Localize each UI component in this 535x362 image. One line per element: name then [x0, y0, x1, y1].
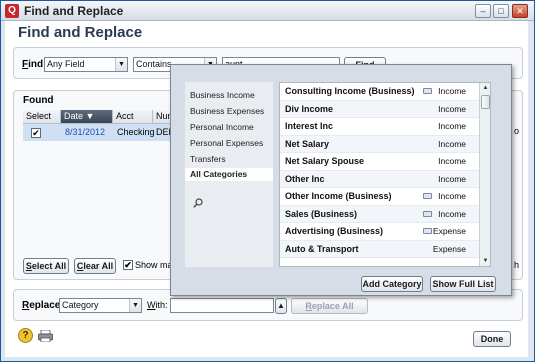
category-type: Income — [438, 138, 466, 149]
quicken-app-icon: Q — [5, 4, 19, 18]
chevron-down-icon[interactable]: ▼ — [115, 58, 127, 71]
business-icon — [423, 193, 432, 199]
category-name: Advertising (Business) — [285, 226, 384, 236]
scroll-up-icon[interactable]: ▲ — [480, 83, 491, 93]
list-item[interactable]: Net Salary Income — [280, 135, 480, 153]
business-icon — [423, 228, 432, 234]
list-item[interactable]: Consulting Income (Business) Income — [280, 83, 480, 101]
business-icon — [423, 210, 432, 217]
category-name: Net Salary — [285, 138, 330, 149]
find-operator-value: Contains — [136, 59, 172, 69]
clear-all-button[interactable]: Clear All — [74, 258, 116, 274]
sort-down-icon: ▼ — [85, 111, 95, 121]
minimize-button[interactable]: – — [475, 4, 491, 18]
page-title: Find and Replace — [18, 24, 143, 41]
column-acct[interactable]: Acct — [113, 110, 153, 124]
replace-field-value: Category — [62, 300, 99, 310]
search-icon[interactable] — [193, 198, 203, 208]
replace-with-input[interactable] — [170, 298, 274, 313]
category-type: Expense — [432, 243, 466, 254]
group-transfers[interactable]: Transfers — [190, 154, 226, 164]
row-select-checkbox[interactable]: ✔ — [31, 128, 41, 138]
row-date: 8/31/2012 — [65, 127, 106, 137]
category-type: Income — [438, 173, 466, 184]
list-item[interactable]: Interest Inc Income — [280, 118, 480, 136]
add-category-button[interactable]: Add Category — [361, 276, 423, 292]
list-item[interactable]: Other Inc Income — [280, 170, 480, 188]
category-name: Auto & Transport — [285, 243, 359, 254]
category-name: Div Income — [285, 103, 334, 114]
group-personal-expenses[interactable]: Personal Expenses — [190, 138, 263, 148]
hidden-column-edge: o — [514, 126, 520, 136]
group-business-income[interactable]: Business Income — [190, 90, 255, 100]
category-name: Interest Inc — [285, 121, 334, 131]
find-label: Find — [22, 59, 44, 70]
row-acct: Checking — [117, 127, 155, 137]
column-date-label: Date — [64, 111, 84, 121]
column-date[interactable]: Date ▼ — [61, 110, 113, 124]
category-group-list: Business Income Business Expenses Person… — [185, 82, 273, 267]
hidden-label-edge: h — [514, 260, 520, 270]
category-picker-popup: Business Income Business Expenses Person… — [170, 64, 512, 296]
dropdown-arrow-icon: ▲ — [277, 301, 285, 310]
list-item[interactable]: Div Income Income — [280, 100, 480, 118]
show-matches-checkbox[interactable]: ✔ — [123, 260, 133, 270]
maximize-button[interactable]: □ — [493, 4, 509, 18]
list-item[interactable]: Other Income (Business) Income — [280, 188, 480, 206]
list-item[interactable]: Auto & Transport Expense — [280, 240, 480, 258]
list-item[interactable]: Advertising (Business) Expense — [280, 223, 480, 241]
category-type: Income — [438, 86, 466, 96]
replace-field-select[interactable]: Category ▼ — [59, 298, 142, 313]
category-list-scrollbar[interactable]: ▲ ▼ — [479, 83, 490, 266]
find-field-select[interactable]: Any Field ▼ — [44, 57, 128, 72]
business-icon — [423, 88, 432, 94]
replace-all-button[interactable]: Replace All — [291, 298, 368, 314]
replace-label: Replace — [22, 300, 61, 311]
category-type: Expense — [432, 226, 466, 236]
with-label: With: — [147, 300, 168, 310]
category-type: Income — [438, 103, 466, 114]
scroll-down-icon[interactable]: ▼ — [480, 256, 491, 266]
category-item-list: Consulting Income (Business) Income Div … — [279, 82, 491, 267]
scroll-thumb[interactable] — [481, 95, 490, 109]
title-bar: Q Find and Replace – □ ✕ — [1, 1, 534, 21]
select-all-button[interactable]: Select All — [23, 258, 69, 274]
list-item[interactable]: Net Salary Spouse Income — [280, 153, 480, 171]
found-label: Found — [23, 95, 54, 106]
category-type: Income — [438, 208, 466, 219]
show-full-list-button[interactable]: Show Full List — [430, 276, 496, 292]
category-name: Other Inc — [285, 173, 325, 184]
find-field-value: Any Field — [47, 59, 85, 69]
category-name: Sales (Business) — [285, 208, 358, 219]
window-title: Find and Replace — [24, 4, 124, 18]
group-personal-income[interactable]: Personal Income — [190, 122, 254, 132]
category-type: Income — [438, 191, 466, 201]
column-select[interactable]: Select — [23, 110, 61, 124]
list-item[interactable]: Sales (Business) Income — [280, 205, 480, 223]
help-icon[interactable]: ? — [18, 328, 33, 343]
category-type: Income — [438, 121, 466, 131]
group-business-expenses[interactable]: Business Expenses — [190, 106, 264, 116]
category-name: Other Income (Business) — [285, 191, 392, 201]
category-dropdown-button[interactable]: ▲ — [275, 298, 287, 314]
category-name: Consulting Income (Business) — [285, 86, 415, 96]
group-all-categories[interactable]: All Categories — [185, 168, 273, 181]
close-button[interactable]: ✕ — [512, 4, 528, 18]
done-button[interactable]: Done — [473, 331, 511, 347]
print-icon[interactable] — [38, 330, 53, 342]
category-type: Income — [438, 156, 466, 166]
category-name: Net Salary Spouse — [285, 156, 365, 166]
chevron-down-icon[interactable]: ▼ — [129, 299, 141, 312]
